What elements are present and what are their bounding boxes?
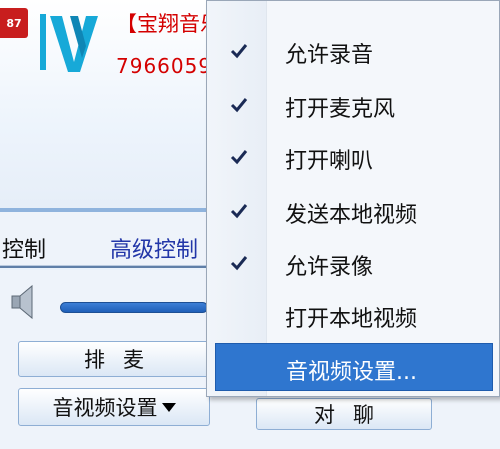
menu-item-av-settings[interactable]: 音视频设置... xyxy=(215,343,493,391)
av-settings-button-label: 音视频设置 xyxy=(52,396,158,420)
menu-item-allow-video-recording[interactable]: 允许录像 xyxy=(207,239,499,287)
menu-item-open-speaker[interactable]: 打开喇叭 xyxy=(207,133,499,181)
checkmark-icon xyxy=(230,98,248,113)
speaker-icon[interactable] xyxy=(6,282,42,322)
menu-item-open-microphone[interactable]: 打开麦克风 xyxy=(207,81,499,129)
menu-item-label: 打开本地视频 xyxy=(285,307,418,332)
private-chat-button[interactable]: 对聊 xyxy=(256,398,432,430)
dropdown-arrow-icon xyxy=(161,402,176,412)
menu-item-allow-recording[interactable]: 允许录音 xyxy=(207,27,499,75)
menu-item-send-local-video[interactable]: 发送本地视频 xyxy=(207,187,499,235)
volume-slider[interactable] xyxy=(60,302,208,313)
menu-item-label: 允许录像 xyxy=(285,255,374,280)
level-badge: 87 xyxy=(0,8,28,38)
av-settings-dropdown-button[interactable]: 音视频设置 xyxy=(18,388,210,426)
checkmark-icon xyxy=(230,150,248,165)
checkmark-icon xyxy=(230,204,248,219)
tab-advanced-control[interactable]: 高级控制 xyxy=(110,232,208,264)
av-settings-context-menu: 允许录音 打开麦克风 打开喇叭 发送本地视频 允许录像 打开本地视频 音视频设置… xyxy=(206,0,500,397)
room-title: 【宝翔音乐】小意艺子 xyxy=(116,12,208,36)
menu-item-label: 发送本地视频 xyxy=(285,203,418,228)
queue-mic-button[interactable]: 排麦 xyxy=(18,341,210,377)
room-id: 7966059 xyxy=(116,54,208,78)
menu-item-label: 允许录音 xyxy=(285,43,374,68)
menu-item-label: 音视频设置... xyxy=(286,360,417,385)
menu-item-open-local-video[interactable]: 打开本地视频 xyxy=(207,291,499,339)
checkmark-icon xyxy=(230,44,248,59)
checkmark-icon xyxy=(230,256,248,271)
tab-control[interactable]: 控制 xyxy=(2,232,46,264)
menu-item-label: 打开喇叭 xyxy=(285,149,374,174)
menu-item-label: 打开麦克风 xyxy=(285,97,396,122)
app-logo-icon xyxy=(40,14,98,72)
